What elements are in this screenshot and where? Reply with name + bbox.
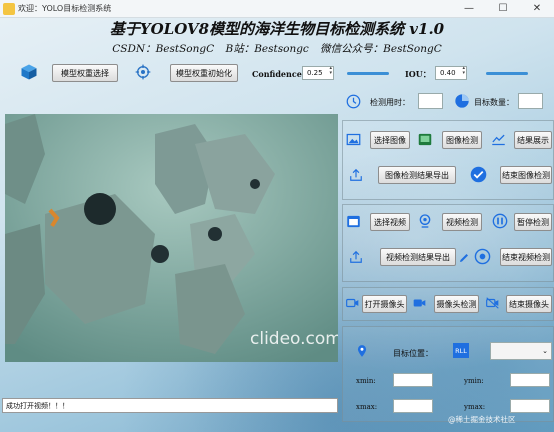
video-display: clideo.com (5, 114, 338, 362)
clock-icon (346, 94, 361, 109)
detect-image-button[interactable]: 图像检测 (442, 131, 482, 149)
count-label: 目标数量： (474, 98, 514, 107)
end-video-detect-button[interactable]: 结束视频检测 (500, 248, 552, 266)
export-icon (349, 168, 363, 182)
app-heading: 基于YOLOV8模型的海洋生物目标检测系统 v1.0 (109, 20, 445, 38)
confidence-label: Confidence (252, 69, 302, 79)
position-label: 目标位置： (393, 349, 433, 358)
show-result-button[interactable]: 结果展示 (514, 131, 552, 149)
camera-icon (345, 296, 360, 310)
target-select[interactable]: ⌄ (490, 342, 552, 360)
video-file-icon (346, 214, 361, 229)
confidence-spinbox[interactable]: 0.25 (302, 66, 334, 80)
ymax-field[interactable] (510, 399, 550, 413)
window-title: 欢迎：YOLO目标检测系统 (18, 4, 112, 13)
ymin-label: ymin: (464, 377, 484, 385)
export-video-result-button[interactable]: 视频检测结果导出 (380, 248, 456, 266)
open-camera-button[interactable]: 打开摄像头 (362, 295, 407, 313)
location-pin-icon (355, 343, 369, 359)
close-camera-button[interactable]: 结束摄像头 (506, 295, 552, 313)
time-label: 检测用时： (370, 98, 410, 107)
webcam-icon (417, 213, 433, 229)
end-image-detect-button[interactable]: 结束图像检测 (500, 166, 552, 184)
xmax-label: xmax: (356, 403, 378, 411)
iou-label: IOU： (405, 69, 431, 79)
select-image-button[interactable]: 选择图像 (370, 131, 410, 149)
maximize-button[interactable]: ☐ (486, 0, 520, 18)
footer-credit: @稀土掘金技术社区 (448, 415, 516, 424)
detect-video-button[interactable]: 视频检测 (442, 213, 482, 231)
ymax-label: ymax: (464, 403, 486, 411)
xmax-field[interactable] (393, 399, 433, 413)
window-titlebar: 欢迎：YOLO目标检测系统 — ☐ ✕ (0, 0, 554, 18)
pen-icon (458, 252, 470, 264)
stop-circle-icon (474, 248, 491, 265)
status-bar: 成功打开视频！！！ (2, 398, 338, 413)
chevron-down-icon: ⌄ (542, 347, 548, 355)
confidence-slider[interactable] (347, 72, 389, 75)
camera-off-icon (485, 296, 500, 310)
pause-icon (492, 213, 508, 229)
count-value (518, 93, 543, 109)
pie-chart-icon (454, 93, 470, 109)
time-value (418, 93, 443, 109)
xmin-field[interactable] (393, 373, 433, 387)
video-watermark: clideo.com (250, 329, 338, 349)
author-line: CSDN：BestSongC B站：Bestsongc 微信公众号：BestSo… (0, 41, 554, 56)
select-video-button[interactable]: 选择视频 (370, 213, 410, 231)
video-camera-icon (412, 296, 427, 310)
xmin-label: xmin: (356, 377, 376, 385)
bilibili-label: B站：Bestsongc (225, 43, 309, 55)
iou-spinbox[interactable]: 0.40 (435, 66, 467, 80)
iou-slider[interactable] (486, 72, 528, 75)
cube-icon (20, 63, 38, 81)
image-icon (346, 132, 361, 147)
export-video-icon (349, 250, 363, 264)
pause-detect-button[interactable]: 暂停检测 (514, 213, 552, 231)
csdn-label: CSDN：BestSongC (112, 43, 215, 55)
check-circle-icon (470, 166, 487, 183)
wechat-label: 微信公众号：BestSongC (320, 43, 442, 55)
ymin-field[interactable] (510, 373, 550, 387)
camera-detect-button[interactable]: 摄像头检测 (434, 295, 479, 313)
chart-line-icon (491, 132, 506, 147)
minimize-button[interactable]: — (452, 0, 486, 18)
rll-indicator: RLL (453, 343, 469, 358)
select-weights-button[interactable]: 模型权重选择 (52, 64, 118, 82)
close-button[interactable]: ✕ (520, 0, 554, 18)
image-detect-icon (417, 132, 433, 147)
app-icon (3, 2, 15, 15)
target-icon (135, 64, 151, 80)
init-weights-button[interactable]: 模型权重初始化 (170, 64, 238, 82)
export-image-result-button[interactable]: 图像检测结果导出 (378, 166, 456, 184)
